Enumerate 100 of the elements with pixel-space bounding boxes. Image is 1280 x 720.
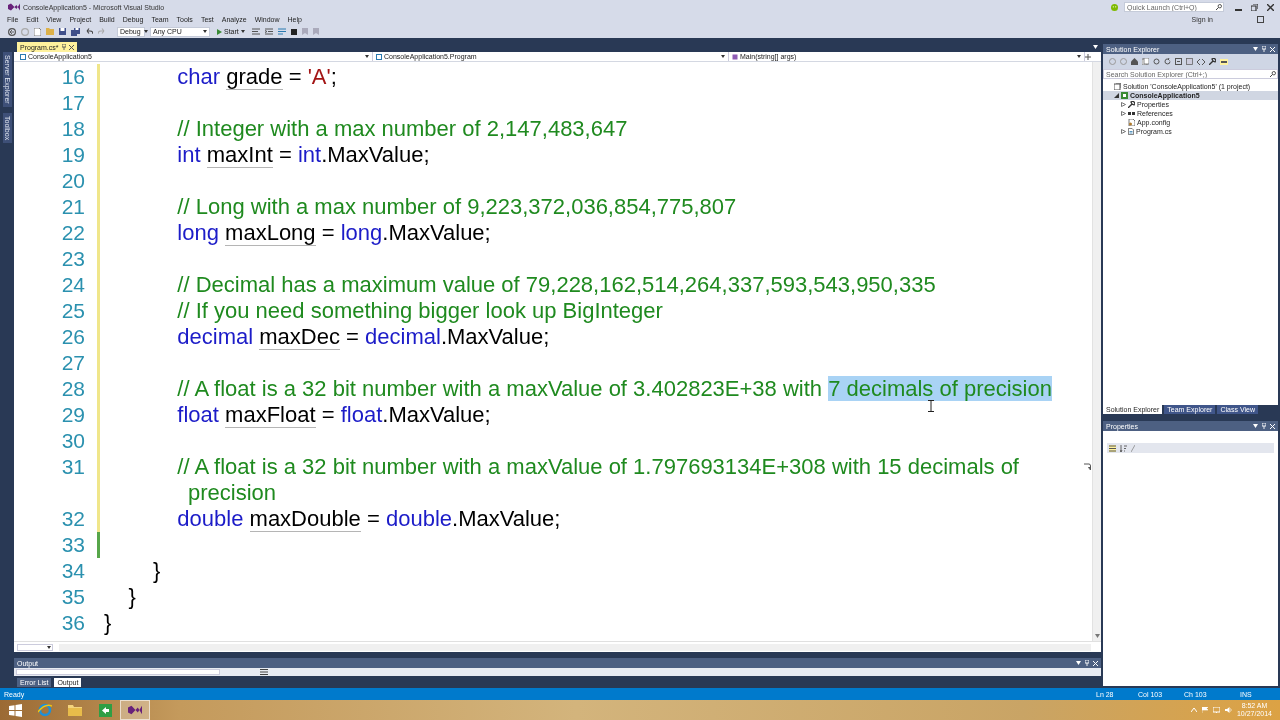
home-icon[interactable] bbox=[1131, 58, 1138, 65]
down-arrow-icon[interactable] bbox=[1094, 634, 1100, 638]
sync-icon[interactable] bbox=[1153, 58, 1160, 65]
line-number: 21 bbox=[60, 194, 86, 220]
square-outline-icon[interactable] bbox=[1257, 16, 1264, 23]
line-number: 28 bbox=[60, 376, 86, 402]
config-file-icon bbox=[1128, 119, 1135, 126]
line-number: 36 bbox=[60, 610, 86, 636]
wrench-icon bbox=[1128, 101, 1135, 108]
square-icon[interactable] bbox=[1186, 58, 1193, 65]
variable-name: maxInt bbox=[206, 142, 273, 168]
vertical-scrollbar[interactable] bbox=[1092, 62, 1101, 641]
line-number: 29 bbox=[60, 402, 86, 428]
code-comment: // Decimal has a maximum value of 79,228,162,514,264,337,593,543,950,335 bbox=[177, 272, 936, 297]
caret-icon bbox=[1077, 55, 1081, 58]
lines-icon[interactable] bbox=[260, 669, 268, 675]
restore-icon[interactable] bbox=[1251, 3, 1258, 11]
code-keyword: long bbox=[340, 220, 383, 245]
code-text: } bbox=[152, 558, 161, 583]
line-number: 22 bbox=[60, 220, 86, 246]
code-keyword: int bbox=[177, 142, 201, 167]
pages-icon[interactable] bbox=[1142, 58, 1149, 65]
close-icon[interactable] bbox=[68, 44, 74, 50]
line-number: 24 bbox=[60, 272, 86, 298]
variable-name: grade bbox=[226, 64, 283, 90]
undo-icon[interactable] bbox=[85, 28, 93, 35]
zoom-dropdown[interactable] bbox=[17, 643, 53, 651]
lines-icon[interactable] bbox=[251, 28, 260, 35]
line-number: 35 bbox=[60, 584, 86, 610]
categorized-icon[interactable] bbox=[1109, 444, 1116, 452]
expanded-arrow-icon[interactable] bbox=[1113, 93, 1119, 98]
dropdown-icon[interactable] bbox=[1076, 661, 1081, 665]
flag-icon[interactable] bbox=[1201, 707, 1208, 713]
plus-icon[interactable] bbox=[1085, 53, 1091, 60]
text-cursor-icon bbox=[928, 400, 934, 412]
caret-icon bbox=[47, 645, 51, 649]
dropdown-icon[interactable] bbox=[1253, 47, 1258, 51]
save-all-icon[interactable] bbox=[71, 27, 80, 36]
square-outline-icon bbox=[20, 53, 26, 60]
code-keyword: int bbox=[297, 142, 322, 167]
code-keyword: float bbox=[177, 402, 219, 427]
square-outline-icon bbox=[376, 53, 382, 60]
line-number: 26 bbox=[60, 324, 86, 350]
pin-icon[interactable] bbox=[61, 44, 66, 50]
line-number: 16 bbox=[60, 64, 86, 90]
line-number: 27 bbox=[60, 350, 86, 376]
code-text: = bbox=[346, 324, 359, 349]
line-number: 19 bbox=[60, 142, 86, 168]
new-page-icon[interactable] bbox=[34, 27, 41, 36]
caret-icon bbox=[143, 30, 148, 33]
variable-name: maxDouble bbox=[249, 506, 361, 532]
project-icon bbox=[1121, 92, 1128, 99]
wrap-arrow-icon bbox=[1083, 463, 1091, 471]
code-text: = bbox=[288, 64, 302, 89]
folder-icon[interactable] bbox=[68, 704, 82, 716]
taskbar-button[interactable] bbox=[120, 700, 150, 720]
line-number: 30 bbox=[60, 428, 86, 454]
collapsed-arrow-icon[interactable] bbox=[1120, 102, 1126, 107]
comment-lines-icon[interactable] bbox=[277, 28, 286, 35]
back-arrow-icon[interactable] bbox=[8, 27, 16, 36]
indent-icon[interactable] bbox=[264, 28, 273, 35]
caret-icon bbox=[365, 55, 369, 58]
refresh-icon[interactable] bbox=[1164, 58, 1171, 65]
code-comment: // A float is a 32 bit number with a maxValue of 3.402823E+38 with bbox=[177, 376, 823, 401]
collapsed-arrow-icon[interactable] bbox=[1120, 129, 1126, 134]
code-keyword: float bbox=[340, 402, 383, 427]
collapsed-arrow-icon[interactable] bbox=[1120, 111, 1126, 116]
code-comment: // A float is a 32 bit number with a maxValue of 1.797693134E+308 with 15 decimals of bbox=[177, 454, 1019, 479]
close-icon[interactable] bbox=[1267, 3, 1274, 11]
code-keyword: long bbox=[177, 220, 219, 245]
solution-icon bbox=[1114, 83, 1121, 90]
code-text: ; bbox=[330, 64, 337, 89]
horizontal-scrollbar[interactable] bbox=[59, 643, 1091, 651]
char-literal: 'A' bbox=[307, 64, 331, 89]
collapse-icon[interactable] bbox=[1175, 58, 1182, 65]
speaker-icon[interactable] bbox=[1224, 707, 1232, 713]
code-text: .MaxValue; bbox=[382, 220, 491, 245]
play-icon bbox=[217, 28, 222, 35]
code-text: .MaxValue; bbox=[382, 402, 491, 427]
dropdown-icon[interactable] bbox=[1093, 45, 1098, 49]
tile-icon[interactable] bbox=[98, 703, 112, 717]
ring-icon[interactable] bbox=[38, 703, 52, 717]
line-number: 32 bbox=[60, 506, 86, 532]
dropdown-icon[interactable] bbox=[1253, 424, 1258, 428]
code-keyword: decimal bbox=[365, 324, 441, 349]
save-icon[interactable] bbox=[59, 28, 66, 35]
window-panes-icon[interactable] bbox=[8, 703, 22, 717]
line-number: 33 bbox=[60, 532, 86, 558]
wrench-icon[interactable] bbox=[1209, 58, 1216, 65]
stop-square-icon[interactable] bbox=[290, 28, 297, 35]
search-icon bbox=[1216, 4, 1222, 10]
code-brackets-icon[interactable] bbox=[1197, 58, 1205, 65]
sort-az-icon[interactable] bbox=[1120, 444, 1127, 452]
caret-icon bbox=[721, 55, 725, 58]
dash-icon[interactable] bbox=[1220, 58, 1228, 65]
infinity-icon[interactable] bbox=[128, 704, 142, 716]
line-number: 25 bbox=[60, 298, 86, 324]
code-comment: precision bbox=[188, 480, 277, 505]
code-text: = bbox=[321, 220, 335, 245]
line-number: 23 bbox=[60, 246, 86, 272]
